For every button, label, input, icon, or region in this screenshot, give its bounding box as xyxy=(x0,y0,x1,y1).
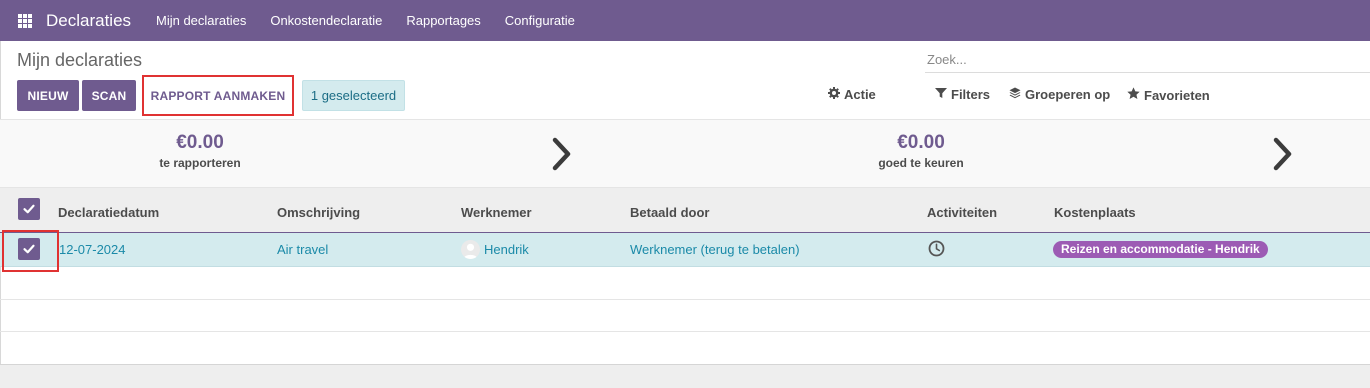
gear-icon xyxy=(828,87,840,102)
table-row-empty xyxy=(0,331,1370,365)
row-checkbox[interactable] xyxy=(18,238,40,260)
favorites-button[interactable]: Favorieten xyxy=(1127,87,1210,103)
search-input[interactable] xyxy=(925,46,1370,72)
nav-item-onkostendeclaratie[interactable]: Onkostendeclaratie xyxy=(258,0,394,41)
star-icon xyxy=(1127,87,1140,103)
row-date[interactable]: 12-07-2024 xyxy=(59,242,126,257)
search-bar xyxy=(925,46,1370,73)
filters-button[interactable]: Filters xyxy=(935,87,990,102)
group-by-button[interactable]: Groeperen op xyxy=(1009,87,1110,102)
cost-center-tag[interactable]: Reizen en accommodatie - Hendrik xyxy=(1053,241,1268,258)
summary-amount: €0.00 xyxy=(176,132,224,153)
scan-button[interactable]: SCAN xyxy=(82,80,136,111)
chevron-right-icon xyxy=(552,137,571,171)
expense-summary-bar: €0.00 te rapporteren €0.00 goed te keure… xyxy=(0,119,1370,188)
action-menu-button[interactable]: Actie xyxy=(828,87,876,102)
layers-icon xyxy=(1009,87,1021,102)
summary-label: goed te keuren xyxy=(878,156,964,170)
column-header-employee[interactable]: Werknemer xyxy=(461,205,532,220)
table-row[interactable]: 12-07-2024 Air travel Hendrik Werknemer … xyxy=(0,230,1370,272)
row-paid-by[interactable]: Werknemer (terug te betalen) xyxy=(630,242,800,257)
top-navbar: Declaraties Mijn declaraties Onkostendec… xyxy=(0,0,1370,41)
page-title[interactable]: Mijn declaraties xyxy=(17,50,142,71)
nav-item-configuratie[interactable]: Configuratie xyxy=(493,0,587,41)
summary-label: te rapporteren xyxy=(159,156,241,170)
row-description[interactable]: Air travel xyxy=(277,242,328,257)
avatar xyxy=(461,240,480,259)
footer-band xyxy=(0,365,1370,388)
chevron-right-icon xyxy=(1273,137,1292,171)
check-icon xyxy=(23,244,35,254)
create-report-button[interactable]: RAPPORT AANMAKEN xyxy=(142,75,294,116)
column-header-activities[interactable]: Activiteiten xyxy=(927,205,997,220)
row-employee[interactable]: Hendrik xyxy=(484,242,529,257)
select-all-checkbox[interactable] xyxy=(18,198,40,220)
table-row-empty xyxy=(0,299,1370,332)
nav-item-mijn-declaraties[interactable]: Mijn declaraties xyxy=(144,0,258,41)
group-by-label: Groeperen op xyxy=(1025,87,1111,102)
column-header-date[interactable]: Declaratiedatum xyxy=(58,205,159,220)
table-row-empty xyxy=(0,267,1370,300)
filters-label: Filters xyxy=(951,87,991,102)
column-header-description[interactable]: Omschrijving xyxy=(277,205,360,220)
selection-count-badge: 1 geselecteerd xyxy=(302,80,405,111)
new-button[interactable]: NIEUW xyxy=(17,80,79,111)
nav-menu: Mijn declaraties Onkostendeclaratie Rapp… xyxy=(144,0,587,41)
column-header-cost-center[interactable]: Kostenplaats xyxy=(1054,205,1136,220)
nav-item-rapportages[interactable]: Rapportages xyxy=(394,0,492,41)
summary-to-approve[interactable]: €0.00 goed te keuren xyxy=(821,132,1021,170)
clock-icon[interactable] xyxy=(928,240,945,257)
favorites-label: Favorieten xyxy=(1144,87,1210,103)
check-icon xyxy=(23,204,35,214)
table-header: Declaratiedatum Omschrijving Werknemer B… xyxy=(0,188,1370,233)
filter-icon xyxy=(935,87,947,102)
action-label: Actie xyxy=(844,87,876,102)
summary-to-report[interactable]: €0.00 te rapporteren xyxy=(100,132,300,170)
apps-grid-icon[interactable] xyxy=(18,14,32,28)
app-brand[interactable]: Declaraties xyxy=(46,11,131,31)
column-header-paid-by[interactable]: Betaald door xyxy=(630,205,709,220)
summary-amount: €0.00 xyxy=(897,132,945,153)
